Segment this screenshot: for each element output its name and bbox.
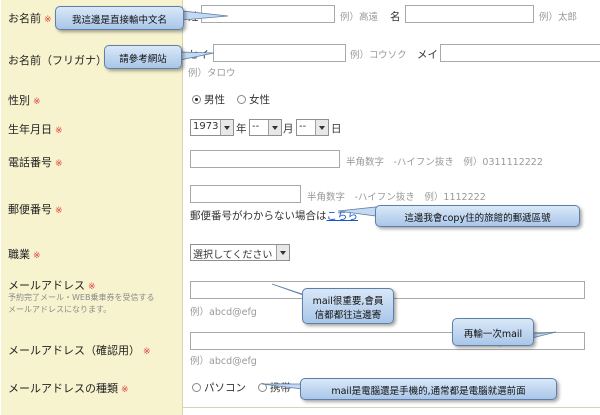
required-mark: ※ — [33, 97, 41, 107]
row-next — [1, 407, 600, 415]
field-label-phone: 電話番号 — [8, 156, 52, 169]
label-cell: メールアドレス ※ 予約完了メール・WEB乗車券を受信する メールアドレスになりま… — [1, 269, 183, 324]
field-label-job: 職業 — [8, 248, 30, 261]
label-cell: メールアドレス（確認用） ※ — [1, 324, 183, 371]
field-label-email-confirm: メールアドレス（確認用） — [8, 344, 140, 357]
required-mark: ※ — [143, 347, 151, 357]
chevron-down-icon — [315, 120, 328, 135]
mei-label: 名 — [390, 11, 401, 23]
label-cell: 電話番号 ※ — [1, 144, 183, 179]
gender-male-radio[interactable] — [192, 95, 201, 104]
callout-email-confirm: 再輸一次mail — [452, 318, 534, 346]
label-cell: 性別 ※ — [1, 86, 183, 113]
required-mark: ※ — [44, 15, 52, 25]
row-birthday: 生年月日 ※ 1973 年 -- 月 -- 日 — [1, 113, 600, 145]
email-note-line1: 予約完了メール・WEB乗車券を受信する — [8, 293, 155, 302]
postal-hint: 半角数字 -ハイフン抜き 例）1112222 — [307, 192, 486, 203]
phone-hint: 半角数字 -ハイフン抜き 例）0311112222 — [346, 157, 543, 168]
birth-day-select[interactable]: -- — [296, 119, 329, 136]
row-email: メールアドレス ※ 予約完了メール・WEB乗車券を受信する メールアドレスになりま… — [1, 269, 600, 325]
callout-name: 我這邊是直接輸中文名 — [55, 6, 184, 30]
sei-kana-label: セイ — [188, 49, 209, 61]
gender-male-label[interactable]: 男性 — [204, 92, 225, 107]
postal-unknown-text: 郵便番号がわからない場合はこちら — [190, 210, 359, 222]
last-name-example: 例）高遠 — [340, 12, 379, 23]
email-example: 例）abcd@efg — [190, 307, 257, 318]
postal-search-link[interactable]: こちら — [327, 210, 359, 222]
field-label-email-type: メールアドレスの種類 — [8, 382, 118, 395]
required-mark: ※ — [55, 206, 63, 216]
row-gender: 性別 ※ 男性 女性 — [1, 86, 600, 114]
email-type-mobile-label[interactable]: 携帯 — [270, 380, 291, 395]
required-mark: ※ — [55, 126, 63, 136]
email-confirm-example: 例）abcd@efg — [190, 356, 257, 367]
first-name-kana-example: 例）タロウ — [188, 68, 236, 79]
day-unit: 日 — [331, 123, 342, 135]
email-type-pc-radio[interactable] — [192, 383, 201, 392]
chevron-down-icon — [268, 120, 281, 135]
callout-postal: 這邊我會copy住的旅館的郵遞區號 — [375, 205, 580, 227]
last-name-kana-input[interactable] — [213, 44, 346, 62]
label-cell: 生年月日 ※ — [1, 113, 183, 144]
required-mark: ※ — [88, 282, 96, 292]
last-name-kana-example: 例）コウソク — [350, 50, 407, 61]
email-type-mobile-radio[interactable] — [258, 383, 267, 392]
field-label-gender: 性別 — [8, 94, 30, 107]
field-label-furigana: お名前（フリガナ） — [8, 54, 107, 67]
row-phone: 電話番号 ※ 半角数字 -ハイフン抜き 例）0311112222 — [1, 144, 600, 180]
row-furigana: お名前（フリガナ） セイ 例）コウソク メイ 例）タロウ — [1, 43, 600, 87]
birth-year-select[interactable]: 1973 — [190, 119, 234, 136]
required-mark: ※ — [55, 159, 63, 169]
field-label-name: お名前 — [8, 12, 41, 25]
month-unit: 月 — [283, 123, 294, 135]
callout-furigana: 請參考網站 — [104, 45, 182, 69]
label-cell: 郵便番号 ※ — [1, 179, 183, 235]
field-label-birthday: 生年月日 — [8, 123, 52, 136]
year-unit: 年 — [236, 123, 247, 135]
label-cell: 職業 ※ — [1, 235, 183, 269]
first-name-kana-input[interactable] — [440, 44, 600, 62]
row-job: 職業 ※ 選択してください — [1, 235, 600, 270]
job-select[interactable]: 選択してください — [190, 244, 290, 261]
required-mark: ※ — [121, 385, 129, 395]
email-note-line2: メールアドレスになります。 — [8, 305, 112, 314]
chevron-down-icon — [220, 120, 233, 135]
callout-email: mail很重要,會員 信都都往這邊寄 — [302, 288, 394, 324]
phone-input[interactable] — [190, 150, 340, 168]
required-mark: ※ — [33, 251, 41, 261]
sei-label: 姓 — [188, 11, 199, 23]
first-name-input[interactable] — [405, 5, 534, 23]
birth-month-select[interactable]: -- — [249, 119, 282, 136]
email-type-pc-label[interactable]: パソコン — [204, 380, 246, 395]
gender-female-radio[interactable] — [237, 95, 246, 104]
label-cell: メールアドレスの種類 ※ — [1, 371, 183, 407]
field-label-postal: 郵便番号 — [8, 203, 52, 216]
chevron-down-icon — [276, 245, 289, 260]
postal-code-input[interactable] — [190, 185, 301, 203]
gender-female-label[interactable]: 女性 — [249, 92, 270, 107]
callout-email-type: mail是電腦還是手機的,通常都是電腦就選前面 — [300, 378, 557, 400]
last-name-input[interactable] — [201, 5, 335, 23]
first-name-example: 例）太郎 — [539, 12, 578, 23]
mei-kana-label: メイ — [417, 49, 438, 61]
field-label-email: メールアドレス — [8, 279, 85, 292]
